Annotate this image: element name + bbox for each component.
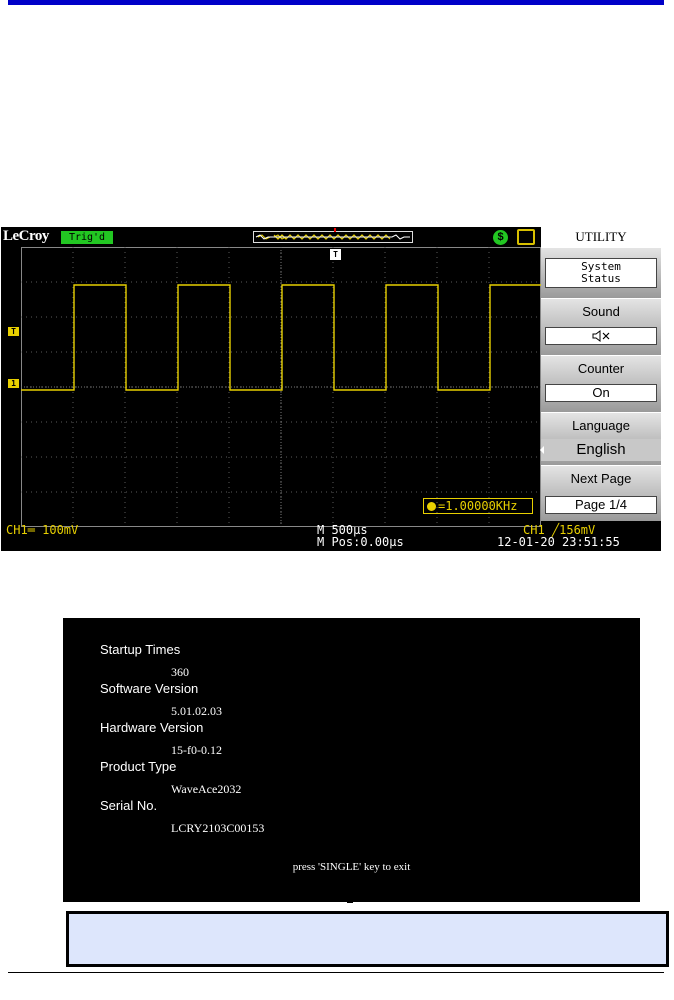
- memory-window-indicator: [253, 228, 413, 243]
- product-type-value: WaveAce2032: [171, 782, 242, 796]
- sound-button[interactable]: Sound: [541, 298, 661, 355]
- selector-arrow-icon: [540, 446, 544, 454]
- language-label: Language: [572, 418, 630, 433]
- sound-value: [545, 327, 657, 345]
- exit-hint: press 'SINGLE' key to exit: [292, 861, 411, 873]
- system-status-label: System Status: [545, 258, 657, 288]
- frequency-counter-readout: =1.00000KHz: [423, 498, 533, 514]
- startup-times-label: Startup Times: [100, 642, 181, 657]
- serial-number-value: LCRY2103C00153: [171, 821, 265, 835]
- language-button[interactable]: Language English: [540, 412, 661, 465]
- hardware-version-label: Hardware Version: [100, 720, 204, 735]
- counter-icon: [427, 502, 436, 511]
- page-top-rule: [8, 0, 664, 5]
- counter-button[interactable]: Counter On: [541, 355, 661, 412]
- menu-title: UTILITY: [541, 227, 661, 247]
- channel1-marker: 1: [8, 379, 19, 388]
- usb-icon: [517, 229, 535, 245]
- trigger-status-badge: Trig'd: [61, 231, 113, 244]
- time-position-readout: M Pos:0.00μs: [317, 535, 404, 549]
- speaker-muted-icon: [592, 330, 610, 342]
- language-value: English: [541, 439, 661, 461]
- sound-label: Sound: [582, 304, 620, 319]
- waveform-grid: [21, 247, 541, 527]
- counter-value: On: [545, 384, 657, 402]
- software-version-label: Software Version: [100, 681, 199, 696]
- frequency-value: =1.00000KHz: [438, 499, 518, 513]
- software-version-value: 5.01.02.03: [171, 704, 222, 718]
- page-indicator: Page 1/4: [545, 496, 657, 514]
- serial-number-label: Serial No.: [100, 798, 158, 813]
- oscilloscope-screen: LeCroy Trig'd $ T T 1 =1.00000KHz CH1═ 1…: [1, 227, 661, 551]
- next-page-button[interactable]: Next Page Page 1/4: [541, 465, 661, 521]
- trigger-level-marker: T: [8, 327, 19, 336]
- brand-logo: LeCroy: [3, 228, 49, 244]
- system-status-button[interactable]: System Status: [541, 247, 661, 298]
- product-type-label: Product Type: [100, 759, 177, 774]
- startup-times-value: 360: [171, 665, 189, 679]
- note-box: [66, 911, 669, 967]
- memory-waveform-icon: [255, 234, 410, 240]
- trigger-position-marker: [334, 228, 336, 232]
- hardware-version-value: 15-f0-0.12: [171, 743, 222, 757]
- system-status-screen: Startup Times 360 Software Version 5.01.…: [63, 618, 640, 902]
- scope-header: LeCroy Trig'd $: [1, 227, 541, 247]
- counter-label: Counter: [577, 361, 625, 376]
- next-page-label: Next Page: [570, 471, 632, 486]
- page-bottom-rule: [8, 972, 664, 973]
- trigger-time-marker: T: [330, 249, 341, 260]
- ch1-scale-readout: CH1═ 100mV: [6, 523, 79, 537]
- utility-menu: UTILITY System Status Sound Counter On L…: [540, 227, 661, 551]
- screen-notch: [347, 901, 353, 903]
- sound-status-icon: $: [493, 230, 508, 245]
